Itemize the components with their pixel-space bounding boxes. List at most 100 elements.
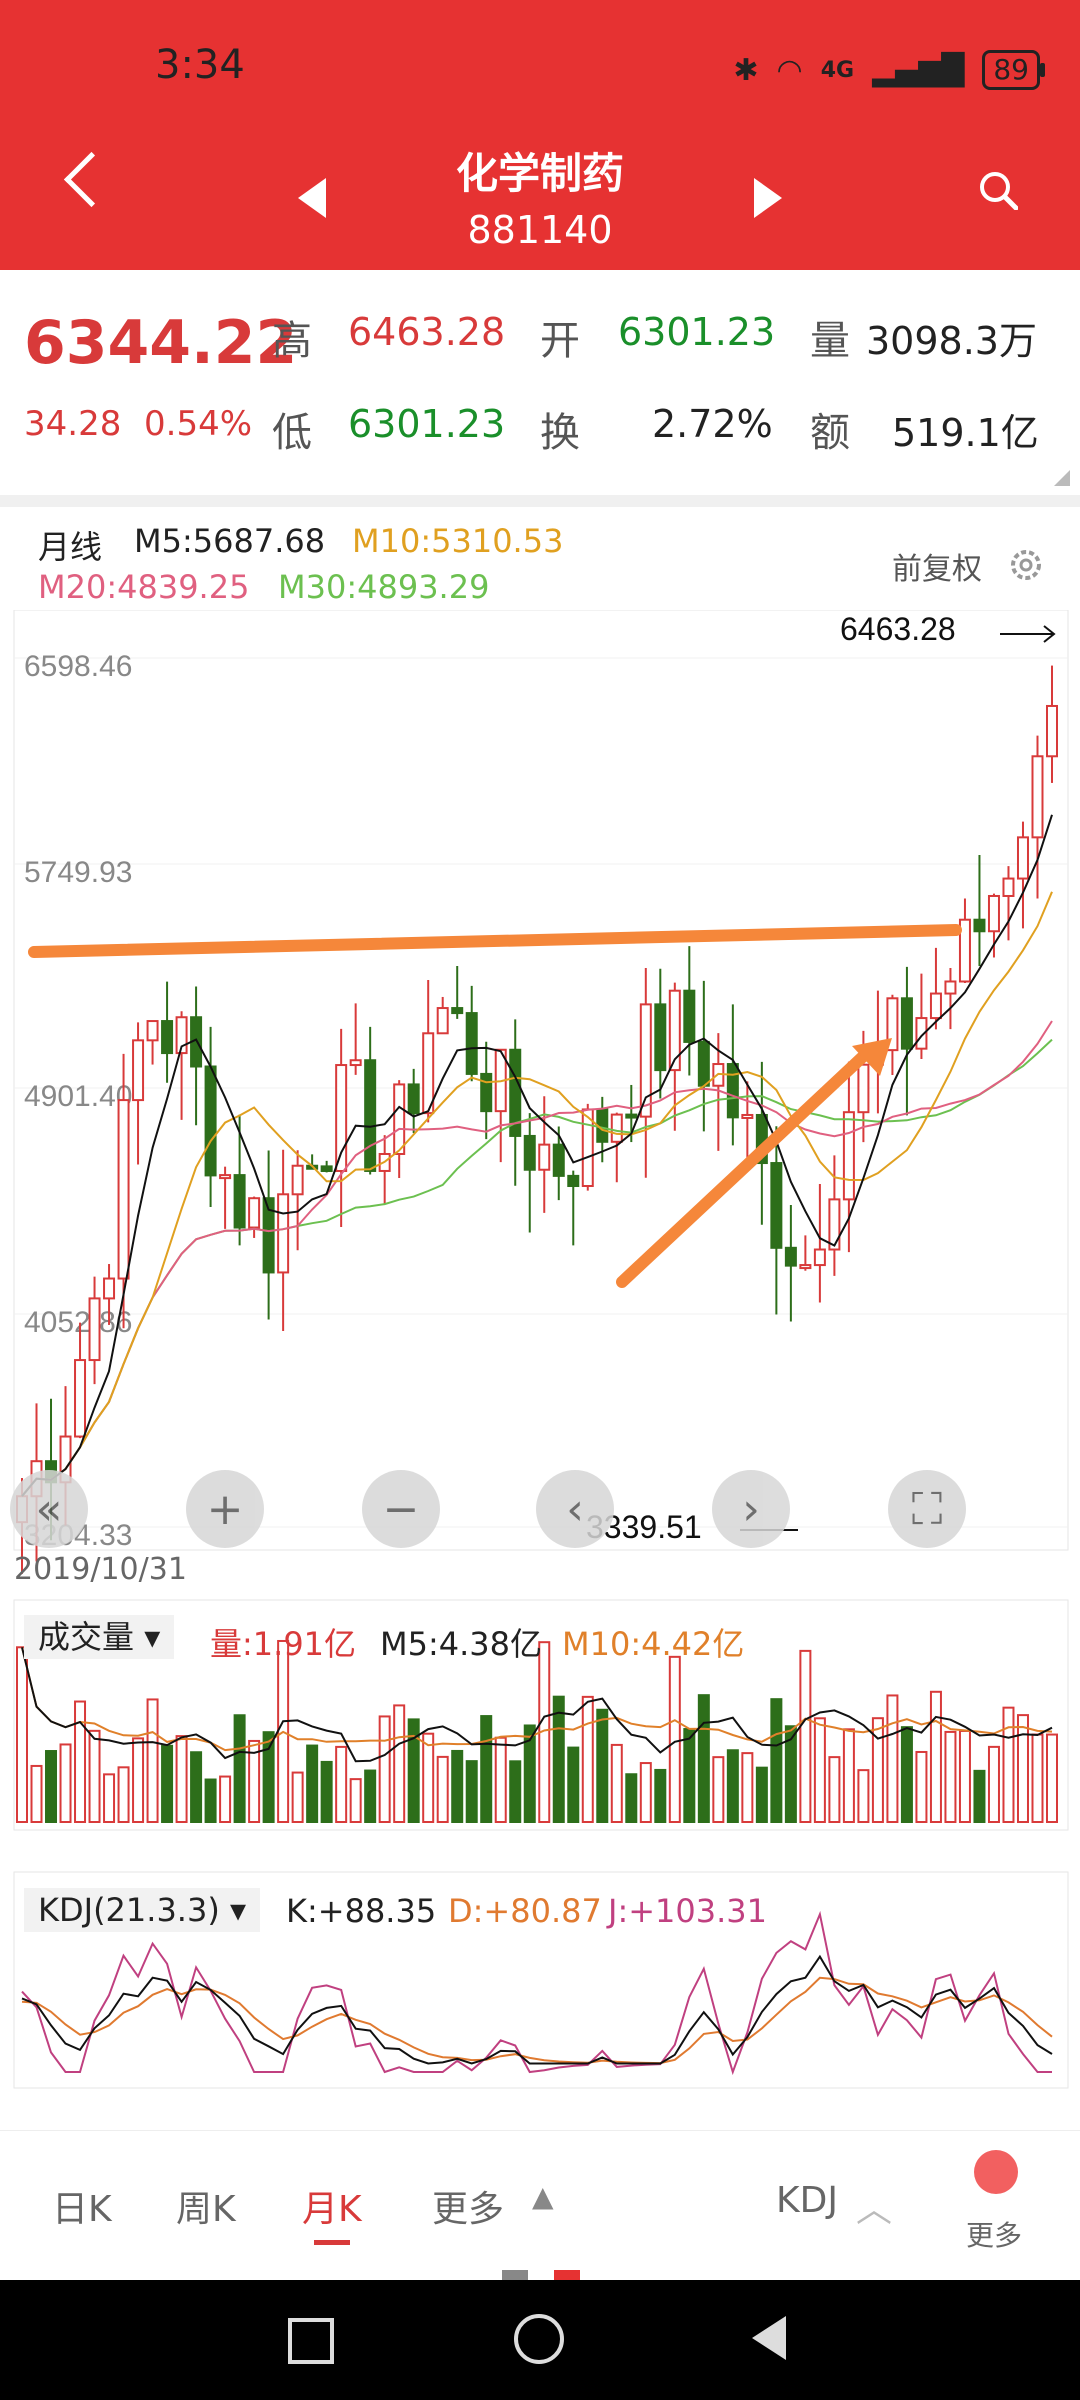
candle-body	[161, 1020, 174, 1055]
volume-bar	[219, 1775, 232, 1824]
volume-bar	[567, 1746, 580, 1824]
next-stock-button[interactable]	[754, 178, 782, 218]
volume-bar	[335, 1745, 348, 1824]
volume-bar	[871, 1717, 884, 1824]
candle-body	[552, 1143, 565, 1177]
battery-icon: 89	[982, 50, 1045, 90]
recent-apps-icon[interactable]	[288, 2318, 334, 2364]
tab-indicator-kdj[interactable]: KDJ	[776, 2180, 838, 2221]
search-icon[interactable]	[978, 170, 1018, 210]
candle-body	[204, 1065, 217, 1177]
volume-bar	[610, 1743, 623, 1823]
home-icon[interactable]	[514, 2314, 564, 2364]
volume-bar	[915, 1750, 928, 1824]
wifi-icon: ◠	[776, 52, 803, 88]
volume-m5: M5:4.38亿	[380, 1625, 543, 1663]
candle-body	[987, 894, 1000, 933]
caret-up-icon[interactable]: ▲	[532, 2180, 554, 2213]
volume-bar	[842, 1728, 855, 1823]
active-tab-indicator	[314, 2240, 350, 2245]
expand-corner-icon[interactable]	[1054, 470, 1070, 486]
volume-label: 量	[810, 318, 850, 364]
volume-value: 3098.3万	[866, 319, 1037, 363]
volume-bar	[480, 1715, 493, 1823]
volume-bar	[364, 1769, 377, 1824]
volume-bar	[436, 1755, 449, 1824]
volume-bar	[407, 1718, 420, 1824]
candle-body	[929, 992, 942, 1020]
kline-chart[interactable]: 6598.465749.934901.404052.863204.336463.…	[0, 610, 1080, 2110]
more-menu-icon[interactable]	[974, 2150, 1018, 2194]
candle-body	[451, 1007, 464, 1015]
volume-bar	[30, 1764, 43, 1823]
volume-bar	[291, 1771, 304, 1823]
candle-body	[117, 1099, 130, 1280]
volume-bar	[494, 1736, 507, 1824]
turnover-label: 换	[540, 410, 580, 456]
period-label: 月线	[38, 528, 103, 566]
volume-bar	[204, 1778, 217, 1823]
system-nav-bar	[0, 2280, 1080, 2400]
fullscreen-icon[interactable]: ⛶	[888, 1470, 966, 1548]
stock-code: 881140	[467, 208, 613, 252]
volume-bar	[146, 1698, 159, 1823]
tab-more[interactable]: 更多	[432, 2180, 504, 2232]
volume-bar	[1031, 1733, 1044, 1823]
kdj-j: J:+103.31	[608, 1892, 767, 1930]
zoom-out-icon[interactable]: −	[362, 1470, 440, 1548]
page-dot-active	[554, 2270, 580, 2280]
candle-body	[480, 1072, 493, 1113]
candle-body	[88, 1297, 101, 1362]
more-menu-label[interactable]: 更多	[966, 2214, 1022, 2254]
volume-bar	[233, 1714, 246, 1823]
candle-body	[1002, 877, 1015, 897]
turnover-value: 2.72%	[652, 402, 773, 446]
candle-body	[726, 1063, 739, 1119]
candle-body	[1016, 836, 1029, 880]
volume-bar	[958, 1729, 971, 1824]
candle-body	[842, 1111, 855, 1201]
volume-bar	[987, 1745, 1000, 1823]
candle-body	[393, 1083, 406, 1155]
gear-icon[interactable]	[1006, 545, 1046, 585]
open-label: 开	[540, 318, 580, 364]
signal-icon: ▂▄▆█	[872, 52, 965, 88]
candle-body	[828, 1198, 841, 1251]
candle-body	[74, 1359, 87, 1438]
candle-body	[132, 1039, 145, 1102]
candle-body	[436, 1007, 449, 1035]
adjust-label[interactable]: 前复权	[892, 544, 982, 588]
tab-month[interactable]: 月K	[302, 2180, 362, 2232]
volume-indicator-select[interactable]: 成交量 ▾	[24, 1615, 175, 1659]
volume-bar	[581, 1695, 594, 1823]
back-nav-icon[interactable]	[752, 2316, 786, 2360]
zoom-left-icon[interactable]: «	[10, 1470, 88, 1548]
candle-body	[291, 1164, 304, 1196]
volume-bar	[59, 1743, 72, 1824]
candle-body	[944, 980, 957, 995]
pan-right-icon[interactable]: ›	[712, 1470, 790, 1548]
open-value: 6301.23	[618, 310, 776, 354]
candle-body	[654, 1003, 667, 1072]
tab-week[interactable]: 周K	[176, 2180, 236, 2232]
zoom-in-icon[interactable]: +	[186, 1470, 264, 1548]
volume-bar	[813, 1717, 826, 1824]
volume-bar	[74, 1700, 87, 1824]
volume-bar	[88, 1729, 101, 1823]
volume-bar	[973, 1769, 986, 1823]
candle-body	[567, 1174, 580, 1188]
volume-bar	[639, 1762, 652, 1824]
quote-panel: 6344.22 高 6463.28 开 6301.23 量 3098.3万 34…	[0, 270, 1080, 495]
volume-bar	[668, 1655, 681, 1824]
volume-bar	[654, 1768, 667, 1823]
candle-body	[1046, 704, 1058, 758]
low-value: 6301.23	[348, 402, 506, 446]
chevron-up-icon[interactable]: ︿	[856, 2180, 892, 2232]
app-header: 3:34 ✱ ◠ 4G ▂▄▆█ 89 化学制药 881140	[0, 0, 1080, 270]
y-tick-label: 4901.40	[24, 1080, 132, 1113]
tab-day[interactable]: 日K	[52, 2180, 112, 2232]
ma10-label: M10:5310.53	[352, 522, 564, 560]
pan-left-icon[interactable]: ‹	[536, 1470, 614, 1548]
kdj-indicator-select[interactable]: KDJ(21.3.3) ▾	[24, 1888, 261, 1932]
kdj-indicator-label: KDJ(21.3.3)	[38, 1891, 220, 1929]
